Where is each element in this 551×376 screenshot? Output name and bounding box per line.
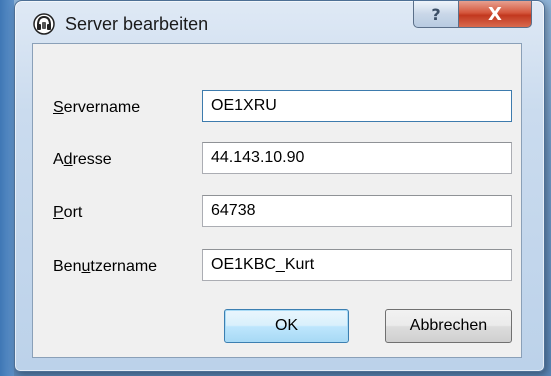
adresse-label-mnemonic: d: [63, 151, 73, 168]
adresse-row: Adresse: [33, 142, 521, 178]
servername-label: Servername: [53, 99, 141, 116]
ok-button[interactable]: OK: [224, 309, 349, 343]
window-title: Server bearbeiten: [65, 14, 209, 34]
benutzername-row: Benutzername: [33, 249, 521, 285]
title-bar[interactable]: Server bearbeiten ? X: [15, 1, 544, 45]
servername-input[interactable]: [202, 90, 512, 122]
desktop-background: [0, 0, 14, 376]
benutzername-label: Benutzername: [53, 258, 158, 275]
port-label: Port: [53, 204, 83, 221]
benutzername-input[interactable]: [202, 249, 512, 281]
help-icon[interactable]: ?: [413, 1, 459, 28]
mumble-headset-icon: [33, 13, 55, 35]
cancel-button[interactable]: Abbrechen: [385, 309, 512, 343]
port-input[interactable]: [202, 195, 512, 227]
servername-row: Servername: [33, 90, 521, 126]
adresse-input[interactable]: [202, 142, 512, 174]
close-icon[interactable]: X: [459, 1, 532, 28]
adresse-label: Adresse: [53, 151, 112, 168]
title-buttons: ? X: [413, 1, 532, 28]
servername-label-mnemonic: S: [53, 99, 64, 116]
dialog-body: Servername Adresse Port Benutzername OK …: [32, 43, 522, 358]
port-row: Port: [33, 195, 521, 231]
port-label-mnemonic: P: [53, 204, 64, 221]
dialog-window: Server bearbeiten ? X Servername Adresse…: [14, 0, 545, 372]
